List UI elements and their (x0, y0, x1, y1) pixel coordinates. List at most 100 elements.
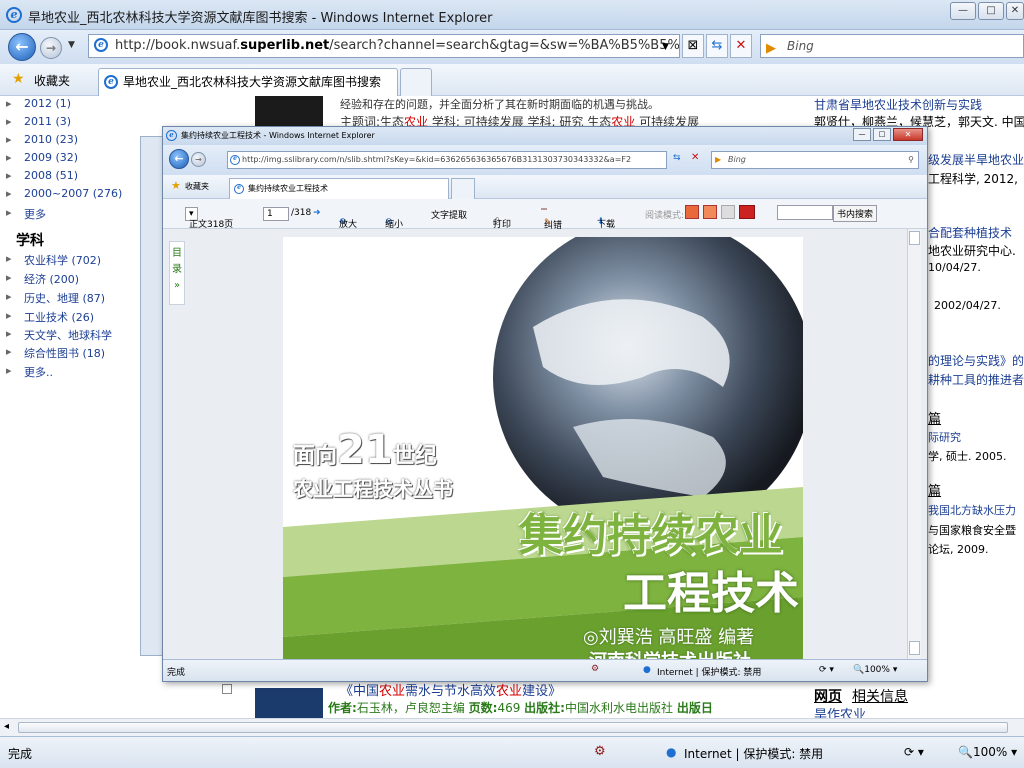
related-link[interactable]: 我国北方缺水压力 (928, 502, 1016, 518)
popup-search-icon[interactable]: ⚲ (908, 152, 914, 168)
zone-text[interactable]: Internet | 保护模式: 禁用 (684, 745, 823, 762)
related-link[interactable]: 甘肃省旱地农业技术创新与实践 (814, 96, 982, 113)
facet-year-more[interactable]: 更多 (6, 206, 46, 222)
popup-security-icon: ⚙ (591, 664, 600, 674)
cover-title-line1: 集约持续农业 (519, 510, 783, 561)
maximize-button[interactable]: □ (978, 2, 1004, 20)
book-search-input[interactable] (777, 205, 833, 220)
popup-zoom-level[interactable]: 🔍100% ▾ (853, 665, 897, 675)
scroll-left-icon[interactable]: ◂ (4, 721, 9, 732)
facet-subject[interactable]: 农业科学 (702) (6, 252, 101, 268)
related-link[interactable]: 际研究 (928, 429, 961, 445)
related-text: 学, 硕士. 2005. (928, 450, 1007, 463)
popup-zoom-settings-icon[interactable]: ⟳ ▾ (819, 665, 834, 675)
facet-year[interactable]: 2009 (32) (6, 151, 78, 164)
facet-year[interactable]: 2011 (3) (6, 115, 71, 128)
related-text: 10/04/27. (928, 261, 981, 274)
related-text: 工程科学, 2012, (928, 172, 1018, 186)
zoom-level[interactable]: 🔍100% ▾ (958, 745, 1017, 759)
scrollbar-thumb[interactable] (18, 722, 1008, 733)
popup-navigation-bar: ← → e http://img.sslibrary.com/n/slib.sh… (163, 145, 927, 175)
bing-icon: ▶ (766, 41, 776, 56)
scroll-up-icon[interactable] (909, 231, 920, 245)
scroll-down-icon[interactable] (909, 641, 920, 655)
minimize-button[interactable]: — (950, 2, 976, 20)
book-thumbnail[interactable] (255, 688, 323, 718)
read-mode-double-icon[interactable] (703, 205, 717, 219)
cover-publisher: 河南科学技术出版社 (589, 647, 751, 659)
new-tab-button[interactable] (400, 68, 432, 96)
related-text: 论坛, 2009. (928, 543, 989, 556)
popup-bing-icon: ▶ (715, 155, 722, 164)
page-select[interactable]: 正文318页 ▾ (185, 207, 233, 230)
read-mode-grid-icon[interactable] (721, 205, 735, 219)
text-extract-button[interactable]: 文字提取 (431, 208, 467, 221)
stop-icon[interactable]: ✕ (730, 34, 752, 58)
popup-search-box[interactable]: ▶ Bing ⚲ (711, 151, 919, 169)
search-engine-label: Bing (787, 39, 814, 53)
related-link[interactable]: 旱作农业 (814, 704, 866, 718)
facet-year[interactable]: 2012 (1) (6, 97, 71, 110)
forward-button[interactable]: → (40, 37, 62, 59)
popup-zone-text[interactable]: Internet | 保护模式: 禁用 (657, 665, 761, 678)
popup-maximize-button[interactable]: □ (873, 128, 891, 141)
popup-back-button[interactable]: ← (169, 149, 189, 169)
status-bar: 完成 ⚙ ● Internet | 保护模式: 禁用 ⟳ ▾ 🔍100% ▾ (0, 736, 1024, 768)
go-page-icon[interactable]: ➜ (313, 208, 321, 218)
address-bar[interactable]: e http://book.nwsuaf.superlib.net/search… (88, 34, 680, 58)
favorites-button[interactable]: 收藏夹 (34, 72, 70, 89)
read-mode-label: 阅读模式: (645, 211, 685, 221)
related-link[interactable]: 耕种工具的推进者 (928, 371, 1024, 388)
reader-vertical-scrollbar[interactable] (907, 229, 921, 659)
facet-subject[interactable]: 经济 (200) (6, 271, 79, 287)
facet-subject[interactable]: 综合性图书 (18) (6, 345, 105, 361)
cover-series: 面向21世纪 (293, 427, 437, 473)
read-mode-flip-icon[interactable] (739, 205, 755, 219)
facet-year[interactable]: 2008 (51) (6, 169, 78, 182)
zoom-settings-icon[interactable]: ⟳ ▾ (904, 745, 924, 759)
facet-subject-more[interactable]: 更多.. (6, 364, 53, 380)
facet-year[interactable]: 2010 (23) (6, 133, 78, 146)
popup-refresh-icon[interactable]: ⇆ (673, 153, 681, 163)
popup-minimize-button[interactable]: — (853, 128, 871, 141)
facet-subject[interactable]: 工业技术 (26) (6, 309, 94, 325)
search-box[interactable]: ▶ Bing (760, 34, 1024, 58)
address-rest: /search?channel=search&gtag=&sw=%BA%B5%B… (329, 38, 680, 53)
back-button[interactable]: ← (8, 33, 36, 61)
compatibility-icon[interactable]: ⊠ (682, 34, 704, 58)
result-checkbox[interactable] (222, 684, 232, 694)
related-link[interactable]: 合配套种植技术 (928, 224, 1012, 241)
related-info-heading[interactable]: 相关信息 (852, 686, 908, 706)
result-abstract: 经验和存在的问题，并全面分析了其在新时期面临的机遇与挑战。 (340, 98, 659, 111)
horizontal-scrollbar[interactable]: ◂ (0, 718, 1024, 736)
book-search-button[interactable]: 书内搜索 (833, 205, 878, 222)
facet-subject[interactable]: 历史、地理 (87) (6, 290, 105, 306)
book-cover-page[interactable]: 面向21世纪 农业工程技术丛书 集约持续农业 工程技术 ◎刘巽浩 高旺盛 编著 … (283, 237, 803, 659)
popup-stop-icon[interactable]: ✕ (691, 152, 699, 163)
book-thumbnail[interactable] (255, 96, 323, 126)
related-link[interactable]: 的理论与实践》的 (928, 352, 1024, 369)
tab-current[interactable]: e 旱地农业_西北农林科技大学资源文献库图书搜索 (98, 68, 398, 96)
popup-new-tab-button[interactable] (451, 178, 475, 199)
related-heading[interactable]: 篇 (928, 480, 941, 499)
related-heading[interactable]: 篇 (928, 408, 941, 427)
popup-tab-current[interactable]: e 集约持续农业工程技术 (229, 178, 449, 199)
toc-toggle[interactable]: 目录 » (169, 241, 185, 305)
page-number-input[interactable]: 1 (263, 207, 289, 221)
popup-address-bar[interactable]: e http://img.sslibrary.com/n/slib.shtml?… (227, 151, 667, 169)
correct-button[interactable]: ✎ 纠错 (541, 208, 562, 231)
address-dropdown-icon[interactable]: ▼ (662, 42, 669, 52)
close-button[interactable]: ✕ (1006, 2, 1024, 20)
facet-subject[interactable]: 天文学、地球科学 (6, 327, 112, 343)
related-link[interactable]: 级发展半旱地农业的 (928, 151, 1024, 168)
popup-forward-button[interactable]: → (191, 152, 206, 167)
web-heading[interactable]: 网页 (814, 686, 842, 706)
result-title[interactable]: 《中国农业需水与节水高效农业建设》 (340, 680, 561, 699)
popup-close-button[interactable]: ✕ (893, 128, 923, 141)
address-prefix: http://book.nwsuaf. (115, 38, 241, 53)
read-mode-single-icon[interactable] (685, 205, 699, 219)
history-dropdown-icon[interactable]: ▼ (68, 40, 75, 50)
facet-year[interactable]: 2000~2007 (276) (6, 187, 122, 200)
popup-favorites-button[interactable]: 收藏夹 (185, 181, 209, 192)
refresh-icon[interactable]: ⇆ (706, 34, 728, 58)
